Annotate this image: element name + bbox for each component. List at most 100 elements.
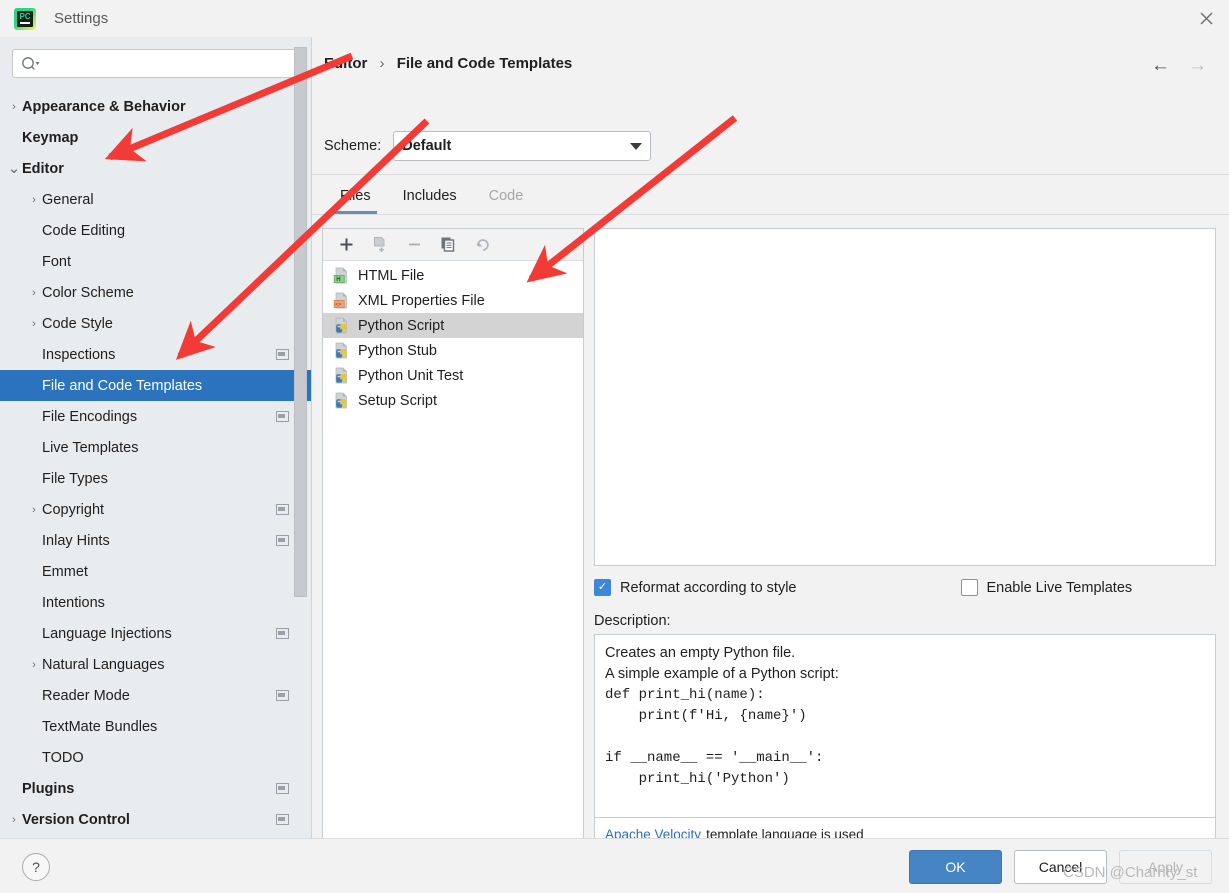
scheme-label: Scheme:: [324, 138, 382, 154]
template-list-item-label: Python Unit Test: [358, 367, 464, 384]
template-list-item[interactable]: <> XML Properties File: [323, 288, 583, 313]
python-file-icon: [333, 392, 350, 409]
reformat-checkbox[interactable]: ✓ Reformat according to style: [594, 579, 797, 596]
sidebar-item-code-editing[interactable]: Code Editing: [0, 215, 311, 246]
sidebar-item-general[interactable]: › General: [0, 184, 311, 215]
dialog-footer: ? OK Cancel Apply: [0, 838, 1229, 893]
sidebar-item-editor[interactable]: ⌄ Editor: [0, 153, 311, 184]
add-from-file-icon[interactable]: [365, 232, 395, 258]
tabs-separator-top: [312, 174, 1229, 175]
sidebar-item-live-templates[interactable]: Live Templates: [0, 432, 311, 463]
tab-files[interactable]: Files: [324, 180, 387, 214]
sidebar-item-file-types[interactable]: File Types: [0, 463, 311, 494]
template-list-item[interactable]: Python Script: [323, 313, 583, 338]
project-scope-badge-icon: [276, 349, 289, 360]
template-list-toolbar: [323, 229, 583, 261]
sidebar-item-file-encodings[interactable]: File Encodings: [0, 401, 311, 432]
template-list-panel: H HTML File <> XML Properties File Python Sc…: [322, 228, 584, 862]
tab-code[interactable]: Code: [473, 180, 540, 212]
sidebar-item-color-scheme[interactable]: › Color Scheme: [0, 277, 311, 308]
sidebar-item-plugins[interactable]: Plugins: [0, 773, 311, 804]
description-panel: Creates an empty Python file. A simple e…: [594, 634, 1216, 851]
sidebar-item-version-control[interactable]: › Version Control: [0, 804, 311, 835]
chevron-right-icon[interactable]: ›: [6, 814, 22, 826]
sidebar-item-copyright[interactable]: › Copyright: [0, 494, 311, 525]
sidebar-item-intentions[interactable]: Intentions: [0, 587, 311, 618]
sidebar-item-label: Appearance & Behavior: [22, 98, 186, 115]
sidebar-item-inlay-hints[interactable]: Inlay Hints: [0, 525, 311, 556]
close-icon[interactable]: [1183, 0, 1229, 36]
template-editor-area[interactable]: [594, 228, 1216, 566]
help-button[interactable]: ?: [22, 853, 50, 881]
sidebar-item-reader-mode[interactable]: Reader Mode: [0, 680, 311, 711]
ok-button[interactable]: OK: [909, 850, 1002, 884]
sidebar-item-label: Font: [42, 253, 72, 270]
template-list-item[interactable]: Setup Script: [323, 388, 583, 413]
chevron-down-icon[interactable]: ⌄: [6, 161, 22, 176]
sidebar-item-inspections[interactable]: Inspections: [0, 339, 311, 370]
sidebar-item-emmet[interactable]: Emmet: [0, 556, 311, 587]
search-icon: [21, 56, 40, 72]
arrow-right-icon[interactable]: →: [1188, 55, 1207, 77]
live-templates-checkbox[interactable]: Enable Live Templates: [960, 579, 1133, 596]
scheme-dropdown[interactable]: Default: [393, 131, 652, 161]
window-titlebar: PC Settings: [0, 0, 1229, 38]
sidebar-item-todo[interactable]: TODO: [0, 742, 311, 773]
tab-label: Files: [340, 188, 371, 204]
sidebar-item-label: Version Control: [22, 811, 130, 828]
arrow-left-icon[interactable]: ←: [1151, 55, 1170, 77]
sidebar-item-label: Emmet: [42, 563, 88, 580]
sidebar-item-label: TextMate Bundles: [42, 718, 158, 735]
copy-icon[interactable]: [433, 232, 463, 258]
chevron-right-icon[interactable]: ›: [26, 194, 42, 206]
template-list-item[interactable]: Python Unit Test: [323, 363, 583, 388]
sidebar-item-font[interactable]: Font: [0, 246, 311, 277]
reset-icon[interactable]: [467, 232, 497, 258]
sidebar-item-label: Natural Languages: [42, 656, 165, 673]
description-text: Creates an empty Python file. A simple e…: [595, 635, 1215, 790]
chevron-down-icon: [630, 142, 643, 150]
search-input[interactable]: [12, 49, 299, 78]
chevron-right-icon[interactable]: ›: [6, 101, 22, 113]
window-title: Settings: [54, 10, 109, 27]
sidebar-item-label: Color Scheme: [42, 284, 134, 301]
sidebar-item-appearance-behavior[interactable]: › Appearance & Behavior: [0, 91, 311, 122]
sidebar-item-label: Live Templates: [42, 439, 139, 456]
sidebar-item-code-style[interactable]: › Code Style: [0, 308, 311, 339]
python-file-icon: [333, 367, 350, 384]
chevron-right-icon[interactable]: ›: [26, 659, 42, 671]
remove-icon[interactable]: [399, 232, 429, 258]
sidebar-item-textmate-bundles[interactable]: TextMate Bundles: [0, 711, 311, 742]
project-scope-badge-icon: [276, 504, 289, 515]
template-list: H HTML File <> XML Properties File Python Sc…: [323, 261, 583, 413]
project-scope-badge-icon: [276, 783, 289, 794]
sidebar-item-file-and-code-templates[interactable]: File and Code Templates: [0, 370, 311, 401]
template-list-item[interactable]: Python Stub: [323, 338, 583, 363]
template-list-item-label: HTML File: [358, 267, 425, 284]
sidebar-item-natural-languages[interactable]: › Natural Languages: [0, 649, 311, 680]
python-file-icon: [333, 317, 350, 334]
sidebar-item-language-injections[interactable]: Language Injections: [0, 618, 311, 649]
sidebar-scrollbar-thumb[interactable]: [294, 47, 307, 597]
breadcrumb-item-editor[interactable]: Editor: [324, 55, 367, 72]
template-list-item-label: XML Properties File: [358, 292, 485, 309]
sidebar-item-label: TODO: [42, 749, 84, 766]
chevron-right-icon[interactable]: ›: [26, 287, 42, 299]
settings-tree: › Appearance & Behavior Keymap ⌄ Editor › Gene…: [0, 91, 311, 835]
watermark: CSDN @Charrity_st: [1063, 864, 1198, 881]
description-line-2: A simple example of a Python script:: [605, 666, 839, 682]
add-icon[interactable]: [331, 232, 361, 258]
chevron-right-icon[interactable]: ›: [26, 504, 42, 516]
tab-label: Includes: [402, 188, 457, 204]
live-templates-checkbox-label: Enable Live Templates: [986, 579, 1133, 596]
template-list-item[interactable]: H HTML File: [323, 263, 583, 288]
chevron-right-icon[interactable]: ›: [26, 318, 42, 330]
html-file-icon: H: [333, 267, 350, 284]
sidebar-item-keymap[interactable]: Keymap: [0, 122, 311, 153]
breadcrumb-item-current: File and Code Templates: [396, 55, 573, 72]
sidebar-item-label: General: [42, 191, 94, 208]
project-scope-badge-icon: [276, 814, 289, 825]
tabs-separator-bottom: [312, 214, 1229, 215]
tab-includes[interactable]: Includes: [387, 180, 473, 212]
breadcrumb: Editor › File and Code Templates: [324, 55, 572, 72]
